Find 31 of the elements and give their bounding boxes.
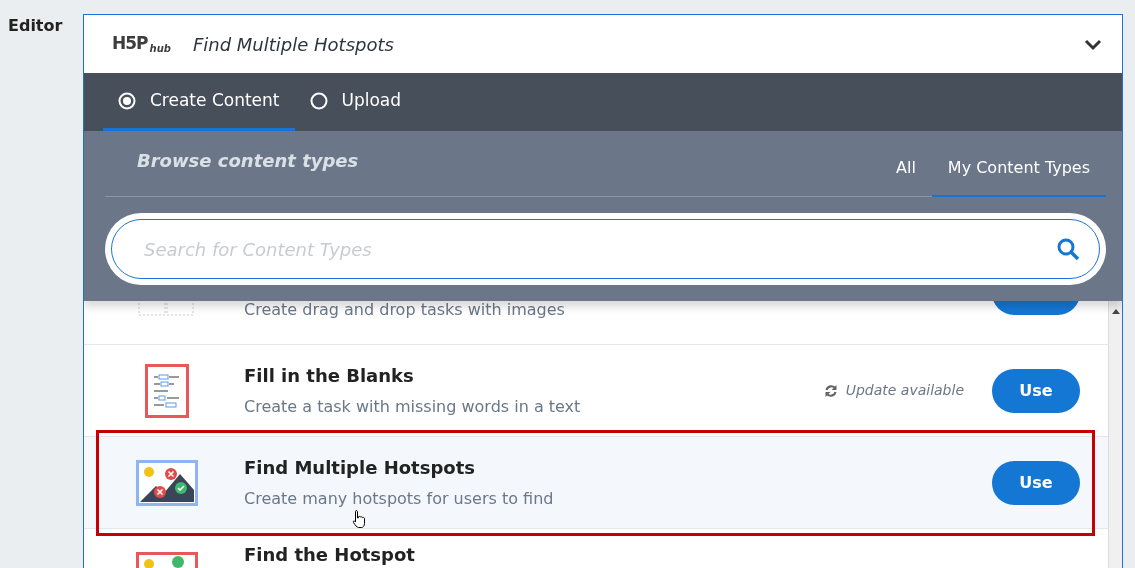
use-button[interactable]: Use [992, 368, 1080, 413]
update-status: Update available [845, 381, 964, 400]
radio-icon [309, 91, 328, 110]
search-icon[interactable] [1056, 237, 1080, 261]
hotspot-image-icon [136, 459, 198, 506]
logo-suffix: hub [149, 41, 171, 56]
browse-heading: Browse content types [137, 149, 360, 173]
content-type-description: Create many hotspots for users to find [244, 488, 554, 510]
content-type-description: Create drag and drop tasks with images [244, 301, 565, 321]
mode-tab[interactable]: Upload [294, 73, 417, 131]
content-type-row[interactable]: Create drag and drop tasks with images [84, 301, 1108, 345]
content-type-row[interactable]: Find Multiple Hotspots Create many hotspots for users to find Use [84, 437, 1108, 529]
field-label: Editor [7, 15, 64, 37]
refresh-icon [823, 383, 838, 398]
content-type-title: Find the Hotspot [244, 543, 415, 567]
content-type-description: Create a task with missing words in a text [244, 396, 581, 418]
scrollbar[interactable] [1108, 301, 1122, 568]
radio-icon [118, 91, 136, 110]
content-type-title: Fill in the Blanks [244, 364, 414, 388]
use-button[interactable]: Use [992, 460, 1080, 505]
scroll-up-icon[interactable] [1111, 309, 1120, 314]
content-type-row[interactable]: Find the Hotspot [84, 529, 1108, 568]
filter-tab[interactable]: My Content Types [931, 131, 1106, 197]
hub-title: Find Multiple Hotspots [192, 32, 395, 57]
hand-cursor-icon [352, 509, 366, 529]
search-field[interactable]: Search for Content Types [111, 219, 1100, 279]
filter-tab[interactable]: All [880, 131, 932, 197]
document-icon [145, 363, 189, 418]
logo-text: H5P [112, 32, 148, 56]
content-type-title: Find Multiple Hotspots [244, 456, 475, 480]
chevron-icon [1084, 38, 1102, 51]
